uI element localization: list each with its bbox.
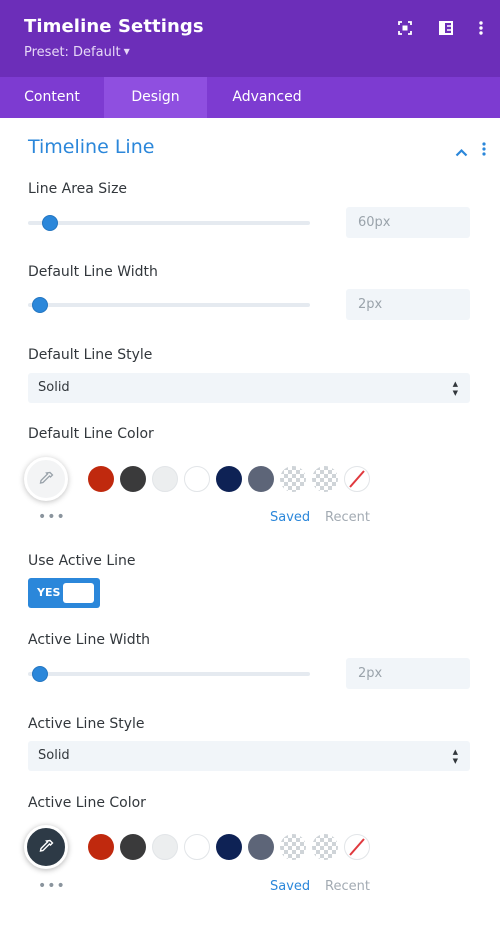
active-line-style-select[interactable]: Solid ▲ ▼ xyxy=(28,741,470,771)
default-line-style-value: Solid xyxy=(38,380,70,395)
select-arrows-icon: ▲ ▼ xyxy=(452,748,458,765)
active-line-style-value: Solid xyxy=(38,748,70,763)
default-line-width-slider[interactable] xyxy=(28,303,310,307)
color-swatch[interactable] xyxy=(152,466,178,492)
eyedropper-icon xyxy=(39,471,54,484)
tab-content[interactable]: Content xyxy=(0,77,104,118)
color-swatch[interactable] xyxy=(248,466,274,492)
active-line-width-slider[interactable] xyxy=(28,672,310,676)
default-color-picker-button[interactable] xyxy=(24,457,68,501)
transparent-swatch[interactable] xyxy=(280,466,306,492)
active-line-color-label: Active Line Color xyxy=(28,795,146,811)
transparent-swatch[interactable] xyxy=(312,834,338,860)
color-swatch[interactable] xyxy=(248,834,274,860)
default-line-color-label: Default Line Color xyxy=(28,426,154,442)
settings-title: Timeline Settings xyxy=(24,16,204,37)
transparent-swatch[interactable] xyxy=(312,466,338,492)
default-line-width-label: Default Line Width xyxy=(28,264,158,280)
active-color-picker-button[interactable] xyxy=(24,825,68,869)
more-swatches-dots[interactable]: ••• xyxy=(38,878,66,894)
color-swatch[interactable] xyxy=(184,834,210,860)
color-swatch[interactable] xyxy=(88,466,114,492)
select-arrows-icon: ▲ ▼ xyxy=(452,380,458,397)
settings-tabs: Content Design Advanced xyxy=(0,77,500,118)
color-swatch[interactable] xyxy=(216,834,242,860)
settings-header: Timeline Settings Preset: Default ▼ xyxy=(0,0,500,77)
line-area-size-label: Line Area Size xyxy=(28,181,128,197)
color-swatch[interactable] xyxy=(152,834,178,860)
active-line-width-label: Active Line Width xyxy=(28,632,151,648)
more-vertical-icon[interactable] xyxy=(473,20,489,36)
toggle-yes-label: YES xyxy=(37,586,61,599)
color-swatch[interactable] xyxy=(120,466,146,492)
active-line-width-slider-handle[interactable] xyxy=(32,666,48,682)
line-area-size-input[interactable]: 60px xyxy=(346,207,470,238)
use-active-line-toggle[interactable]: YES xyxy=(28,578,100,608)
active-line-width-input[interactable]: 2px xyxy=(346,658,470,689)
recent-colors-tab[interactable]: Recent xyxy=(325,510,370,525)
no-color-swatch[interactable] xyxy=(344,466,370,492)
chevron-up-icon[interactable] xyxy=(455,142,468,161)
preset-dropdown[interactable]: Preset: Default ▼ xyxy=(24,45,130,60)
color-swatch[interactable] xyxy=(216,466,242,492)
more-swatches-dots[interactable]: ••• xyxy=(38,509,66,525)
section-more-icon[interactable] xyxy=(481,141,487,160)
no-color-swatch[interactable] xyxy=(344,834,370,860)
line-area-size-slider-handle[interactable] xyxy=(42,215,58,231)
split-view-icon[interactable] xyxy=(438,20,454,36)
active-line-style-label: Active Line Style xyxy=(28,716,145,732)
toggle-knob xyxy=(63,583,94,603)
color-swatch[interactable] xyxy=(120,834,146,860)
default-line-style-select[interactable]: Solid ▲ ▼ xyxy=(28,373,470,403)
recent-colors-tab[interactable]: Recent xyxy=(325,879,370,894)
eyedropper-icon xyxy=(39,839,54,852)
saved-colors-tab[interactable]: Saved xyxy=(270,510,310,525)
caret-down-icon: ▼ xyxy=(123,47,130,56)
focus-icon[interactable] xyxy=(397,20,413,36)
default-line-width-input[interactable]: 2px xyxy=(346,289,470,320)
default-line-width-slider-handle[interactable] xyxy=(32,297,48,313)
line-area-size-slider[interactable] xyxy=(28,221,310,225)
section-title[interactable]: Timeline Line xyxy=(28,136,154,158)
use-active-line-label: Use Active Line xyxy=(28,553,136,569)
saved-colors-tab[interactable]: Saved xyxy=(270,879,310,894)
tab-advanced[interactable]: Advanced xyxy=(207,77,327,118)
transparent-swatch[interactable] xyxy=(280,834,306,860)
color-swatch[interactable] xyxy=(184,466,210,492)
default-line-style-label: Default Line Style xyxy=(28,347,153,363)
preset-label: Preset: Default xyxy=(24,45,121,60)
color-swatch[interactable] xyxy=(88,834,114,860)
tab-design[interactable]: Design xyxy=(104,77,207,118)
